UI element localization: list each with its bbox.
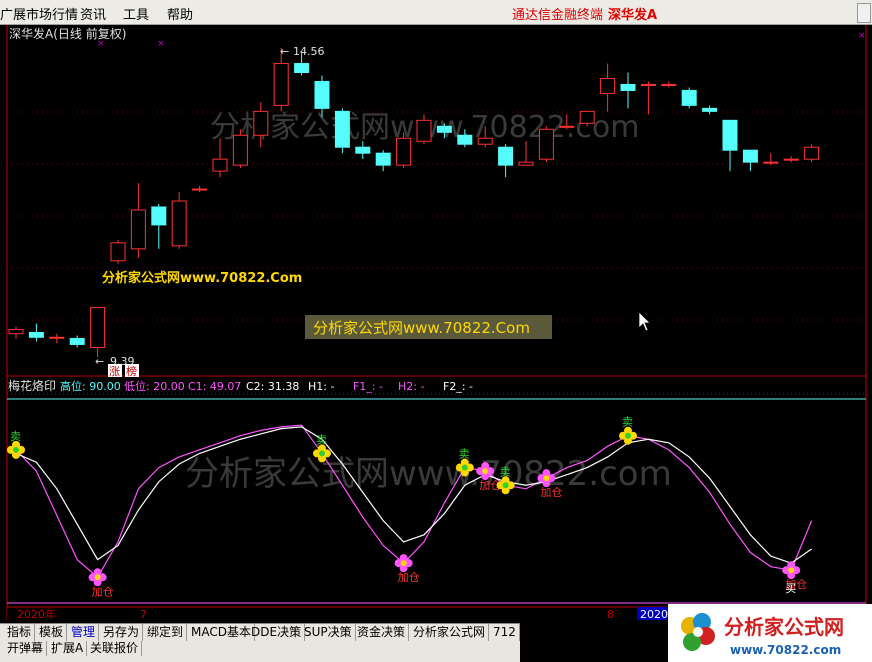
candle <box>334 108 350 154</box>
candle <box>151 203 167 249</box>
indicator-label: H1: - <box>308 380 334 393</box>
menu-item-info[interactable]: 资讯 <box>80 4 106 23</box>
candle <box>600 63 616 112</box>
x-axis-label-month-7: 7 <box>140 608 147 620</box>
bottom-tab-2[interactable]: 关联报价 <box>87 641 143 656</box>
indicator-label: C2: 31.38 <box>246 380 299 393</box>
tag-zhang: 涨 <box>109 365 120 378</box>
watermark-indicator-gray: 分析家公式网www.70822.com <box>185 454 672 494</box>
indicator-label: F2_: - <box>443 380 473 393</box>
indicator-name: 梅花烙印 <box>8 378 56 393</box>
tab-4[interactable]: 绑定到 <box>144 624 188 641</box>
indicator-label: H2: - <box>398 380 424 393</box>
candle <box>722 119 738 172</box>
candle <box>130 183 146 258</box>
marker-x-3: × <box>858 31 866 41</box>
chart-area: 深华发A(日线 前复权) × × × 分析家公式网www.70822.com 分… <box>6 25 867 620</box>
candle <box>620 72 636 109</box>
signal-label: 卖 <box>459 448 470 461</box>
site-logo: 分析家公式网 www.70822.com <box>668 604 872 662</box>
marker-x-2: × <box>157 39 165 49</box>
candle <box>498 144 514 178</box>
c1-line <box>15 424 813 579</box>
tab-8[interactable]: 资金决策 <box>354 624 410 641</box>
buy-signal-label: 买 <box>785 582 796 595</box>
tab-9[interactable]: 分析家公式网 <box>410 624 490 641</box>
watermark-box-text: 分析家公式网www.70822.Com <box>313 319 530 337</box>
candle <box>28 323 44 342</box>
signal-label: 卖 <box>10 430 21 443</box>
candle <box>702 105 718 115</box>
menu-item-help[interactable]: 帮助 <box>167 4 193 23</box>
c2-line <box>15 426 812 564</box>
candle <box>69 335 85 348</box>
indicator-lines <box>15 424 813 579</box>
candle <box>538 126 554 163</box>
candlestick-series <box>8 48 820 357</box>
logo-text: 分析家公式网 <box>724 615 844 639</box>
mouse-cursor-icon <box>638 311 651 332</box>
sell-signal-icon: 卖 <box>619 416 637 445</box>
high-price-label: 14.56 <box>293 45 325 58</box>
signal-label: 卖 <box>622 416 633 429</box>
tab-3[interactable]: 另存为 <box>100 624 144 641</box>
candle <box>375 150 391 172</box>
tab-2[interactable]: 管理 <box>68 624 100 641</box>
candle <box>110 239 126 264</box>
signal-label: 加仓 <box>540 485 562 499</box>
watermark-yellow: 分析家公式网www.70822.Com <box>102 270 302 286</box>
candle <box>804 144 820 163</box>
bottom-tab-0[interactable]: 开弹幕 <box>4 641 48 656</box>
indicator-labels: 高位: 90.00 低位: 20.00 C1: 49.07 C2: 31.38 H1: … <box>60 379 473 393</box>
candle <box>681 87 697 109</box>
tab-7[interactable]: SUP决策 <box>301 624 356 641</box>
candle <box>661 81 677 88</box>
sell-signal-icon: 卖 <box>7 430 25 459</box>
signal-label: 买 <box>785 582 796 595</box>
tab-1[interactable]: 模板 <box>36 624 68 641</box>
indicator-label: 低位: 20.00 <box>124 379 185 393</box>
candle <box>640 81 656 115</box>
tab-0[interactable]: 指标 <box>4 624 36 641</box>
indicator-label: C1: 49.07 <box>188 380 241 393</box>
logo-url: www.70822.com <box>730 643 841 657</box>
indicator-signals: 卖加仓卖加仓卖加仓卖加仓卖加仓买 <box>7 416 807 598</box>
indicator-label: F1_: - <box>353 380 383 393</box>
candle <box>171 192 187 249</box>
scroll-handle[interactable] <box>857 3 871 23</box>
menu-bar: 广展市场行情 资讯 工具 帮助 通达信金融终端 深华发A <box>0 0 872 25</box>
high-arrow-icon: ← <box>280 45 289 58</box>
signal-label: 加仓 <box>398 570 420 584</box>
bottom-bar: 开弹幕 扩展A 关联报价 <box>0 641 520 662</box>
tab-bar: 指标 模板 管理 另存为 绑定到 MACD基本 DDE决策 SUP决策 资金决策 分析家公式网 71… <box>0 623 520 641</box>
candle <box>90 306 106 357</box>
candle <box>763 153 779 166</box>
candle <box>8 326 24 339</box>
signal-label: 加仓 <box>92 584 114 598</box>
low-arrow-icon: ← <box>95 355 104 368</box>
indicator-label: 高位: 90.00 <box>60 379 121 393</box>
tab-5[interactable]: MACD基本 <box>188 624 255 641</box>
candle <box>232 129 248 169</box>
stock-title: 深华发A <box>608 8 658 23</box>
main-chart-title: 深华发A(日线 前复权) <box>9 26 126 41</box>
x-axis-label-year: 2020年 <box>17 607 56 620</box>
menu-item-market[interactable]: 广展市场行情 <box>0 4 78 23</box>
candle <box>49 333 65 344</box>
terminal-title: 通达信金融终端 <box>512 8 604 23</box>
candle <box>742 149 758 172</box>
menu-item-tools[interactable]: 工具 <box>123 4 149 23</box>
signal-label: 卖 <box>316 433 327 446</box>
candle <box>192 186 208 193</box>
tab-6[interactable]: DDE决策 <box>248 624 306 641</box>
candle <box>783 156 799 163</box>
signal-label: 卖 <box>500 465 511 478</box>
tag-bang: 榜 <box>126 364 137 378</box>
marker-x-1: × <box>97 39 105 49</box>
bottom-tab-1[interactable]: 扩展A <box>48 641 88 656</box>
tab-10[interactable]: 712 <box>490 624 520 641</box>
x-axis-label-month-8: 8 <box>607 608 614 620</box>
